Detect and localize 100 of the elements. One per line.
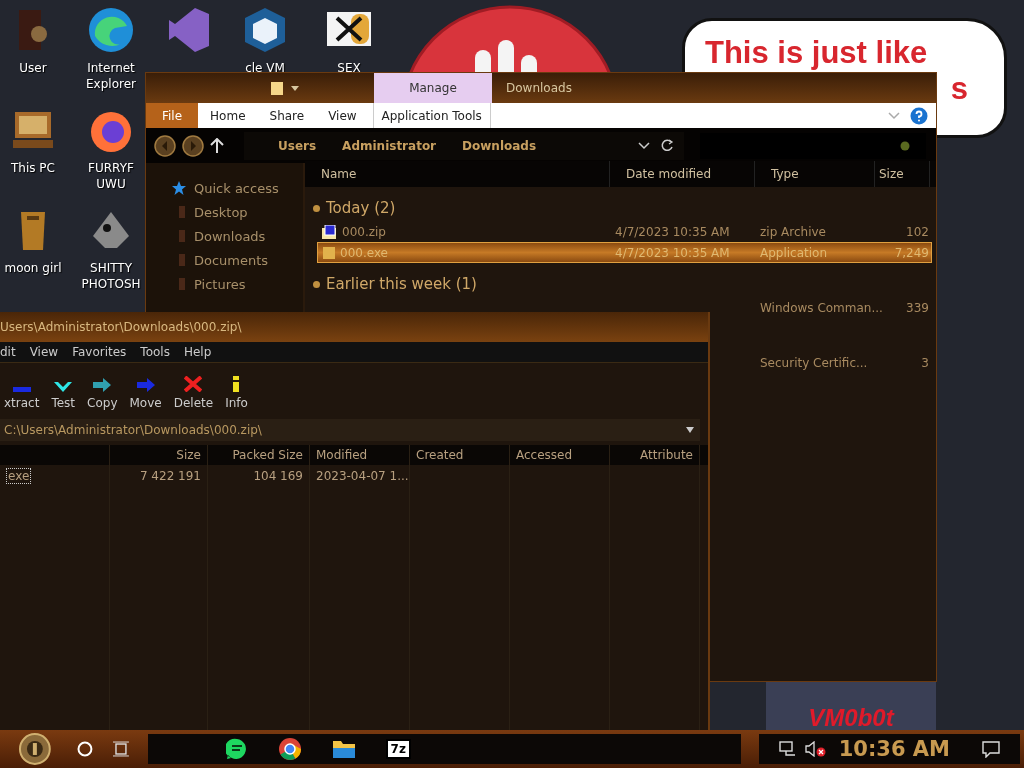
file-row[interactable]: Windows Comman... 339 (755, 297, 932, 318)
column-header[interactable]: Packed Size (232, 448, 303, 462)
table-cell: 104 169 (253, 469, 303, 483)
star-icon (172, 181, 186, 195)
group-header[interactable]: Today (2) (326, 199, 396, 217)
icon-label[interactable]: cle VM (245, 60, 285, 76)
icon-label[interactable]: Internet Explorer (80, 60, 142, 92)
icon-label[interactable]: moon girl (4, 260, 62, 276)
toolbar-button[interactable]: Test (47, 368, 80, 410)
wave-icon[interactable] (87, 6, 135, 54)
context-tab-header: Manage (374, 73, 492, 103)
size-cell: 3 (921, 355, 929, 370)
toolbar-button[interactable]: xtract (0, 368, 44, 410)
toolbar-button[interactable]: Delete (169, 368, 218, 410)
info-icon (233, 376, 240, 392)
toolbar-button[interactable]: Move (125, 368, 166, 410)
file-name[interactable]: exe (6, 468, 32, 484)
ribbon-tab[interactable]: Home (198, 103, 258, 128)
menu-item[interactable]: dit (0, 345, 24, 359)
size-cell: 339 (906, 300, 929, 315)
forward-icon[interactable] (182, 134, 204, 157)
type-cell: Security Certific... (760, 355, 868, 370)
menu-item[interactable]: Favorites (72, 345, 135, 359)
network-icon[interactable] (778, 741, 797, 757)
search-icon[interactable] (75, 740, 94, 758)
bubble-text: s (950, 71, 968, 107)
search-field[interactable] (700, 132, 926, 159)
chrome-icon[interactable] (277, 737, 302, 761)
dropdown-icon[interactable] (290, 84, 300, 92)
toolbar-button[interactable]: Info (221, 368, 252, 410)
breadcrumb[interactable]: Users (278, 138, 317, 153)
ribbon-tab[interactable]: File (146, 103, 199, 128)
icon-label[interactable]: SHITTY PHOTOSH (80, 260, 142, 292)
path-field[interactable]: C:\Users\Administrator\Downloads\000.zip\ (0, 419, 700, 441)
window-title: Downloads (506, 81, 572, 95)
file-row[interactable]: 000.zip 4/7/2023 10:35 AM zip Archive 102 (317, 221, 932, 242)
dropdown-icon[interactable] (686, 427, 694, 433)
folder-icon[interactable] (270, 80, 284, 96)
column-header[interactable]: Created (416, 448, 464, 462)
chat-icon[interactable] (225, 738, 248, 760)
file-name: 000.zip (342, 224, 386, 239)
column-header[interactable]: Type (755, 161, 875, 187)
column-header[interactable]: Size (176, 448, 201, 462)
type-cell: Application (760, 245, 828, 260)
column-header[interactable]: Size (875, 161, 930, 187)
size-cell: 7,249 (894, 245, 929, 260)
bullet-icon (313, 280, 320, 288)
minus-icon (12, 387, 31, 392)
menu-item[interactable]: View (29, 345, 67, 359)
breadcrumb[interactable]: Administrator (342, 138, 437, 153)
type-cell: zip Archive (760, 224, 826, 239)
arrow-icon (93, 378, 112, 392)
notification-icon[interactable] (982, 740, 1000, 758)
size-cell: 102 (906, 224, 929, 239)
icon-label[interactable]: This PC (11, 160, 55, 176)
icon-label[interactable]: User (19, 60, 47, 76)
toolbar-button[interactable]: Copy (83, 368, 122, 410)
column-header[interactable]: Accessed (516, 448, 573, 462)
nav-item[interactable]: Desktop (146, 203, 303, 221)
table-cell: 2023-04-07 1... (316, 469, 409, 483)
ribbon-tab[interactable]: View (316, 103, 369, 128)
cross-icon (184, 376, 203, 392)
type-cell: Windows Comman... (760, 300, 883, 315)
group-header[interactable]: Earlier this week (1) (326, 275, 477, 293)
folder-icon (178, 277, 186, 291)
nav-item[interactable]: Downloads (146, 227, 303, 245)
back-icon[interactable] (154, 134, 176, 157)
folder-icon (178, 253, 186, 267)
folder-icon (178, 205, 186, 219)
ribbon-tab[interactable]: Share (257, 103, 317, 128)
menu-item[interactable]: Tools (140, 345, 178, 359)
muted-speaker-icon[interactable] (804, 741, 827, 757)
column-header[interactable]: Attribute (640, 448, 693, 462)
arrow-icon (136, 378, 155, 392)
refresh-icon[interactable] (660, 138, 674, 153)
icon-label[interactable]: SEX (337, 60, 361, 76)
address-bar[interactable]: Users Administrator Downloads (244, 131, 684, 160)
date-cell: 4/7/2023 10:35 AM (615, 224, 730, 239)
file-icon (322, 245, 336, 260)
dropdown-icon[interactable] (638, 141, 650, 150)
nav-item[interactable]: Pictures (146, 275, 303, 293)
folder-icon[interactable] (331, 739, 356, 759)
file-row[interactable]: Security Certific... 3 (755, 352, 932, 373)
icon-label[interactable]: FURRYF UWU (80, 160, 142, 192)
archiver-icon[interactable]: 7z (385, 739, 411, 759)
column-header[interactable]: Date modified (610, 161, 755, 187)
file-name: 000.exe (340, 245, 388, 260)
up-icon[interactable] (210, 137, 224, 154)
column-header[interactable]: Name (305, 161, 610, 187)
window-title: Users\Administrator\Downloads\000.zip\ (0, 320, 242, 334)
nav-item[interactable]: Documents (146, 251, 303, 269)
menu-item[interactable]: Help (183, 345, 220, 359)
help-icon[interactable] (910, 106, 928, 125)
table-cell: 7 422 191 (139, 469, 201, 483)
search-icon (900, 140, 910, 151)
column-header[interactable]: Modified (316, 448, 368, 462)
nav-item[interactable]: Quick access (146, 179, 303, 197)
folder-icon (178, 229, 186, 243)
task-view-icon[interactable] (111, 741, 130, 757)
breadcrumb[interactable]: Downloads (462, 138, 537, 153)
